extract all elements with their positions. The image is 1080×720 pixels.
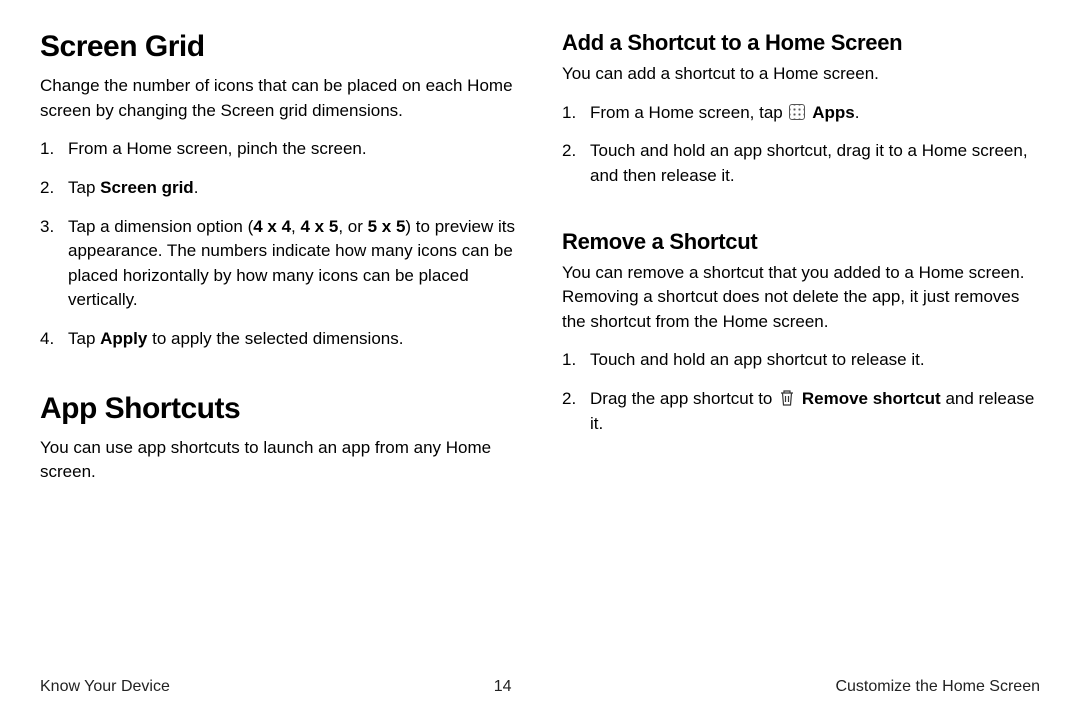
footer-left: Know Your Device bbox=[40, 678, 170, 696]
app-shortcuts-intro: You can use app shortcuts to launch an a… bbox=[40, 436, 518, 485]
step-4: Tap Apply to apply the selected dimensio… bbox=[40, 327, 518, 352]
bold-screen-grid: Screen grid bbox=[100, 178, 194, 197]
bold-4x4: 4 x 4 bbox=[253, 217, 291, 236]
remove-shortcut-intro: You can remove a shortcut that you added… bbox=[562, 261, 1040, 335]
left-column: Screen Grid Change the number of icons t… bbox=[40, 30, 518, 640]
right-column: Add a Shortcut to a Home Screen You can … bbox=[562, 30, 1040, 640]
trash-icon bbox=[779, 389, 795, 407]
add-step-1: From a Home screen, tap Apps. bbox=[562, 101, 1040, 126]
heading-add-shortcut: Add a Shortcut to a Home Screen bbox=[562, 30, 1040, 56]
step-2: Tap Screen grid. bbox=[40, 176, 518, 201]
content-columns: Screen Grid Change the number of icons t… bbox=[40, 30, 1040, 640]
bold-5x5: 5 x 5 bbox=[368, 217, 406, 236]
page-footer: Know Your Device 14 Customize the Home S… bbox=[40, 678, 1040, 696]
heading-app-shortcuts: App Shortcuts bbox=[40, 392, 518, 426]
screen-grid-intro: Change the number of icons that can be p… bbox=[40, 74, 518, 123]
step-3: Tap a dimension option (4 x 4, 4 x 5, or… bbox=[40, 215, 518, 314]
footer-page-number: 14 bbox=[494, 678, 512, 696]
remove-step-2: Drag the app shortcut to Remove shortcut… bbox=[562, 387, 1040, 436]
footer-right: Customize the Home Screen bbox=[835, 678, 1040, 696]
bold-apps: Apps bbox=[812, 103, 855, 122]
add-shortcut-intro: You can add a shortcut to a Home screen. bbox=[562, 62, 1040, 87]
bold-4x5: 4 x 5 bbox=[301, 217, 339, 236]
heading-screen-grid: Screen Grid bbox=[40, 30, 518, 64]
bold-apply: Apply bbox=[100, 329, 147, 348]
remove-step-1: Touch and hold an app shortcut to releas… bbox=[562, 348, 1040, 373]
bold-remove-shortcut: Remove shortcut bbox=[802, 389, 941, 408]
screen-grid-steps: From a Home screen, pinch the screen. Ta… bbox=[40, 137, 518, 351]
remove-shortcut-steps: Touch and hold an app shortcut to releas… bbox=[562, 348, 1040, 436]
add-shortcut-steps: From a Home screen, tap Apps. Touch and … bbox=[562, 101, 1040, 189]
add-step-2: Touch and hold an app shortcut, drag it … bbox=[562, 139, 1040, 188]
step-1: From a Home screen, pinch the screen. bbox=[40, 137, 518, 162]
heading-remove-shortcut: Remove a Shortcut bbox=[562, 229, 1040, 255]
apps-grid-icon bbox=[789, 104, 805, 120]
